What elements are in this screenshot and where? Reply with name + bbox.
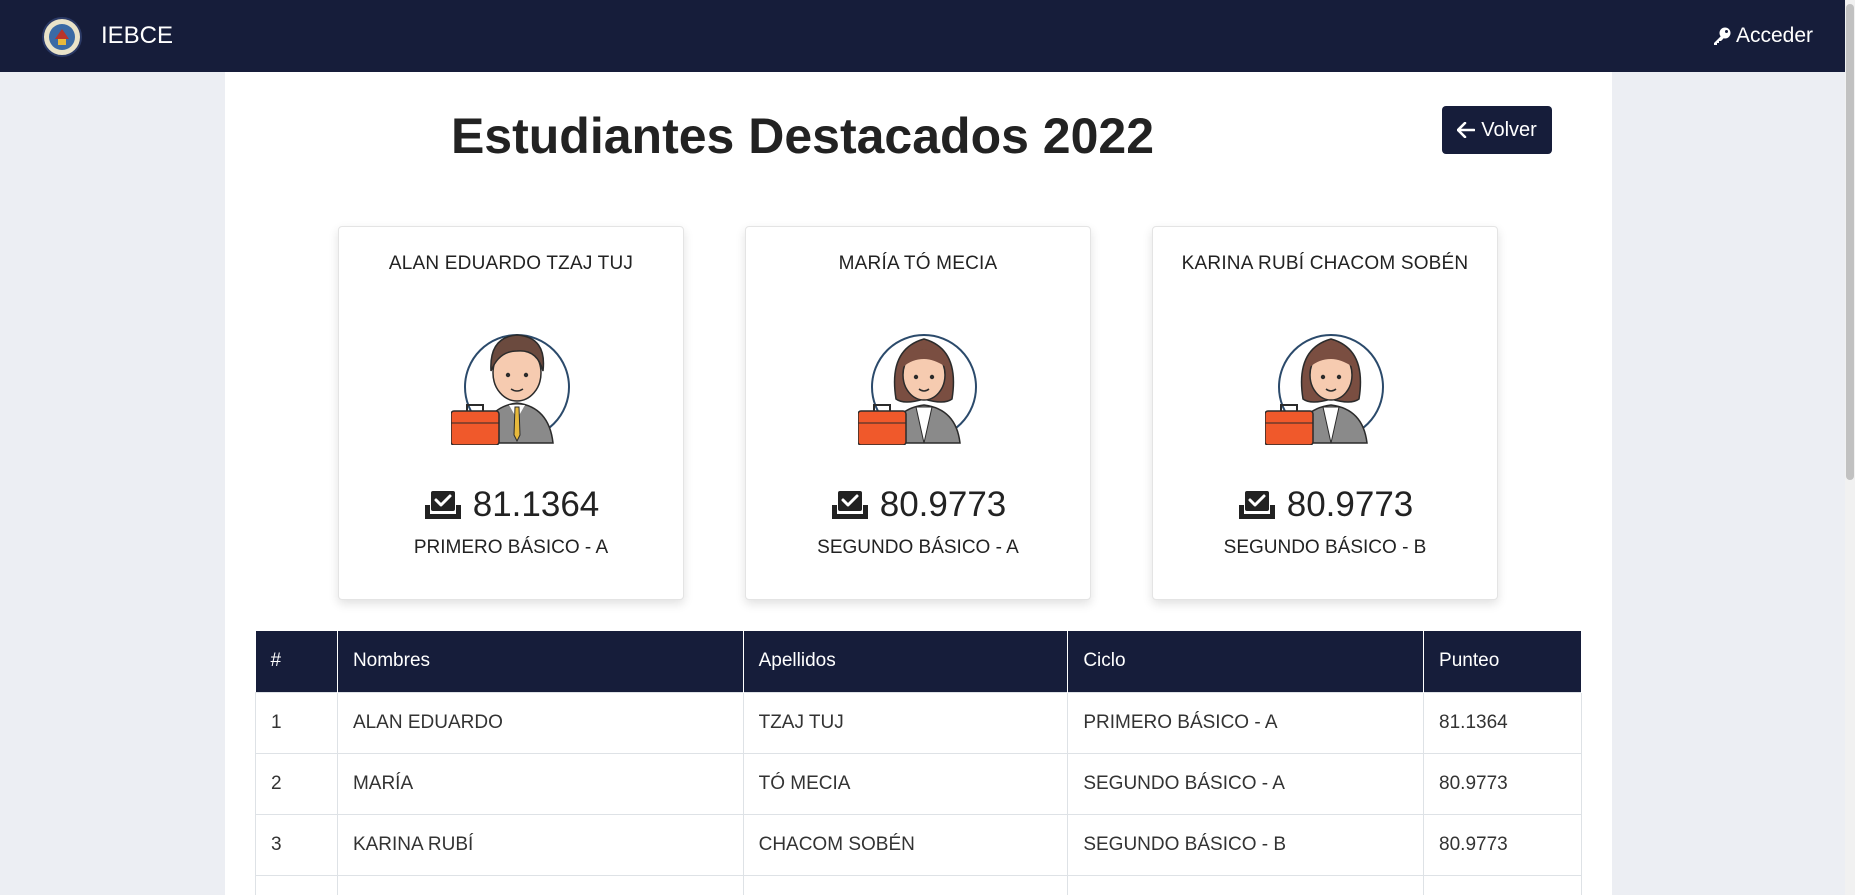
table-cell: 2 xyxy=(255,752,338,815)
column-header: Punteo xyxy=(1423,631,1582,692)
table-cell xyxy=(1423,874,1582,895)
table-cell xyxy=(255,874,338,895)
student-score: 81.1364 xyxy=(472,485,600,524)
table-cell: 81.1364 xyxy=(1423,691,1582,754)
table-row-partial xyxy=(255,874,1582,895)
column-header: Nombres xyxy=(337,631,744,692)
table-cell: 1 xyxy=(255,691,338,754)
check-box-icon xyxy=(831,491,868,519)
table-cell: TÓ MECIA xyxy=(742,752,1069,815)
score-row: 80.9773 xyxy=(1153,485,1497,525)
table-cell: SEGUNDO BÁSICO - B xyxy=(1067,813,1425,876)
table-cell: KARINA RUBÍ xyxy=(336,813,744,876)
main-content: Estudiantes Destacados 2022 Volver ALAN … xyxy=(225,72,1612,895)
table-row: 1 ALAN EDUARDO TZAJ TUJ PRIMERO BÁSICO -… xyxy=(255,691,1582,754)
student-name: KARINA RUBÍ CHACOM SOBÉN xyxy=(1181,253,1469,274)
results-table: # Nombres Apellidos Ciclo Punteo 1 ALAN … xyxy=(255,631,1582,895)
table-cell: PRIMERO BÁSICO - A xyxy=(1067,691,1425,754)
table-cell: 80.9773 xyxy=(1423,752,1582,815)
score-row: 80.9773 xyxy=(746,485,1090,525)
column-header: Apellidos xyxy=(743,631,1069,692)
table-cell xyxy=(336,874,744,895)
table-cell: CHACOM SOBÉN xyxy=(742,813,1069,876)
student-score: 80.9773 xyxy=(879,485,1007,524)
column-header: # xyxy=(255,631,338,692)
scrollbar-thumb[interactable] xyxy=(1846,4,1854,480)
score-row: 81.1364 xyxy=(339,485,683,525)
page-scrollbar[interactable] xyxy=(1845,0,1855,895)
login-link[interactable]: Acceder xyxy=(1712,24,1813,48)
table-cell: 3 xyxy=(255,813,338,876)
back-label: Volver xyxy=(1481,118,1537,141)
arrow-left-icon xyxy=(1457,122,1476,138)
top-student-card: MARÍA TÓ MECIA 80.9773 SEGUNDO BÁSICO - … xyxy=(745,226,1091,600)
table-cell xyxy=(1067,874,1425,895)
table-cell: MARÍA xyxy=(336,752,744,815)
top-student-card: KARINA RUBÍ CHACOM SOBÉN 80.9773 SEGUNDO… xyxy=(1152,226,1498,600)
brand-name[interactable]: IEBCE xyxy=(101,22,173,50)
school-logo-icon[interactable] xyxy=(42,17,82,57)
student-ciclo: SEGUNDO BÁSICO - A xyxy=(817,537,1019,558)
table-row: 2 MARÍA TÓ MECIA SEGUNDO BÁSICO - A 80.9… xyxy=(255,752,1582,815)
back-button[interactable]: Volver xyxy=(1442,106,1552,154)
student-name: ALAN EDUARDO TZAJ TUJ xyxy=(388,253,634,274)
student-ciclo: SEGUNDO BÁSICO - B xyxy=(1223,537,1427,558)
key-icon xyxy=(1713,27,1731,45)
table-header-row: # Nombres Apellidos Ciclo Punteo xyxy=(255,631,1582,692)
top-student-card: ALAN EDUARDO TZAJ TUJ 81.1364 PRIMERO BÁ… xyxy=(338,226,684,600)
table-row: 3 KARINA RUBÍ CHACOM SOBÉN SEGUNDO BÁSIC… xyxy=(255,813,1582,876)
male-student-avatar-icon xyxy=(451,334,570,445)
page-title: Estudiantes Destacados 2022 xyxy=(450,108,1155,164)
student-name: MARÍA TÓ MECIA xyxy=(838,253,998,274)
table-cell xyxy=(742,874,1069,895)
student-ciclo: PRIMERO BÁSICO - A xyxy=(413,537,609,558)
table-cell: TZAJ TUJ xyxy=(742,691,1069,754)
student-score: 80.9773 xyxy=(1286,485,1414,524)
table-cell: ALAN EDUARDO xyxy=(336,691,744,754)
check-box-icon xyxy=(1238,491,1275,519)
top-navbar: IEBCE Acceder xyxy=(0,0,1845,72)
check-box-icon xyxy=(424,491,461,519)
column-header: Ciclo xyxy=(1067,631,1425,692)
table-cell: 80.9773 xyxy=(1423,813,1582,876)
table-cell: SEGUNDO BÁSICO - A xyxy=(1067,752,1425,815)
female-student-avatar-icon xyxy=(858,334,977,445)
login-label: Acceder xyxy=(1735,24,1813,47)
female-student-avatar-icon xyxy=(1265,334,1384,445)
